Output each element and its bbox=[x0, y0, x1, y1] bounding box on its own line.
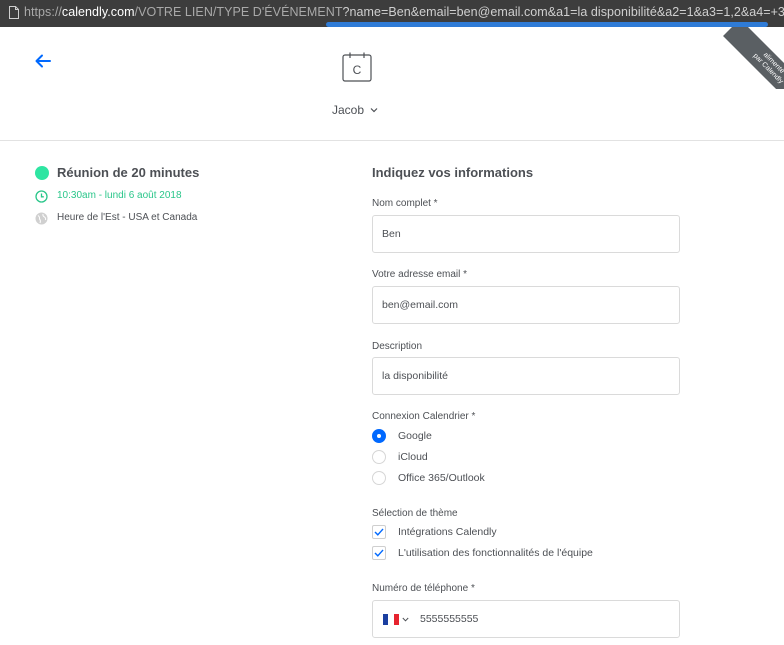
chevron-down-icon bbox=[402, 617, 409, 622]
url-path: /VOTRE LIEN/TYPE D'ÉVÉNEMENT bbox=[134, 5, 343, 19]
logo-letter: C bbox=[353, 63, 362, 77]
back-arrow-icon[interactable] bbox=[34, 52, 52, 70]
radio-google[interactable]: Google bbox=[372, 429, 432, 443]
fr-flag-icon bbox=[383, 613, 399, 625]
name-field[interactable]: Ben bbox=[372, 215, 680, 253]
form-title: Indiquez vos informations bbox=[372, 165, 534, 180]
checkbox-checked[interactable] bbox=[372, 546, 386, 560]
url-protocol: https:// bbox=[24, 5, 62, 19]
url-text[interactable]: https://calendly.com/VOTRE LIEN/TYPE D'É… bbox=[24, 5, 784, 19]
browser-address-bar[interactable]: https://calendly.com/VOTRE LIEN/TYPE D'É… bbox=[0, 0, 784, 27]
radio-button[interactable] bbox=[372, 471, 386, 485]
country-code-select[interactable] bbox=[373, 613, 420, 625]
radio-icloud[interactable]: iCloud bbox=[372, 450, 428, 464]
url-highlight-marker bbox=[326, 22, 768, 27]
event-title: Réunion de 20 minutes bbox=[57, 165, 200, 180]
clock-icon bbox=[35, 190, 48, 203]
radio-label: Google bbox=[398, 430, 432, 442]
event-timezone: Heure de l'Est - USA et Canada bbox=[57, 212, 198, 223]
email-field[interactable]: ben@email.com bbox=[372, 286, 680, 324]
checkbox-checked[interactable] bbox=[372, 525, 386, 539]
header-divider bbox=[0, 140, 784, 141]
event-datetime: 10:30am - lundi 6 août 2018 bbox=[57, 190, 182, 201]
checkbox-label: L'utilisation des fonctionnalités de l'é… bbox=[398, 547, 593, 559]
email-label: Votre adresse email * bbox=[372, 269, 468, 280]
checkmark-icon bbox=[374, 528, 384, 536]
host-name: Jacob bbox=[332, 103, 365, 117]
url-query: ?name=Ben&email=ben@email.com&a1=la disp… bbox=[342, 5, 784, 19]
chevron-down-icon bbox=[370, 108, 378, 113]
globe-icon bbox=[35, 212, 48, 225]
phone-field[interactable]: 5555555555 bbox=[372, 600, 680, 638]
description-label: Description bbox=[372, 341, 423, 352]
checkbox-team-features[interactable]: L'utilisation des fonctionnalités de l'é… bbox=[372, 546, 593, 560]
checkbox-integrations[interactable]: Intégrations Calendly bbox=[372, 525, 497, 539]
powered-by-ribbon[interactable]: alimenté par Calendly bbox=[722, 27, 784, 89]
phone-value[interactable]: 5555555555 bbox=[420, 613, 478, 625]
radio-button-selected[interactable] bbox=[372, 429, 386, 443]
page-icon bbox=[9, 6, 19, 19]
calendar-logo-icon: C bbox=[342, 52, 372, 82]
radio-label: Office 365/Outlook bbox=[398, 472, 485, 484]
event-color-dot bbox=[35, 166, 49, 180]
host-selector[interactable]: Jacob bbox=[332, 103, 378, 117]
radio-button[interactable] bbox=[372, 450, 386, 464]
name-label: Nom complet * bbox=[372, 198, 438, 209]
checkmark-icon bbox=[374, 549, 384, 557]
ribbon-line-2: par Calendly bbox=[751, 52, 784, 86]
calendar-label: Connexion Calendrier * bbox=[372, 411, 476, 422]
ribbon-text: alimenté par Calendly bbox=[723, 27, 784, 89]
radio-office365[interactable]: Office 365/Outlook bbox=[372, 471, 485, 485]
checkbox-label: Intégrations Calendly bbox=[398, 526, 497, 538]
url-domain: calendly.com bbox=[61, 5, 135, 19]
phone-label: Numéro de téléphone * bbox=[372, 583, 475, 594]
description-field[interactable]: la disponibilité bbox=[372, 357, 680, 395]
radio-label: iCloud bbox=[398, 451, 428, 463]
theme-label: Sélection de thème bbox=[372, 508, 458, 519]
